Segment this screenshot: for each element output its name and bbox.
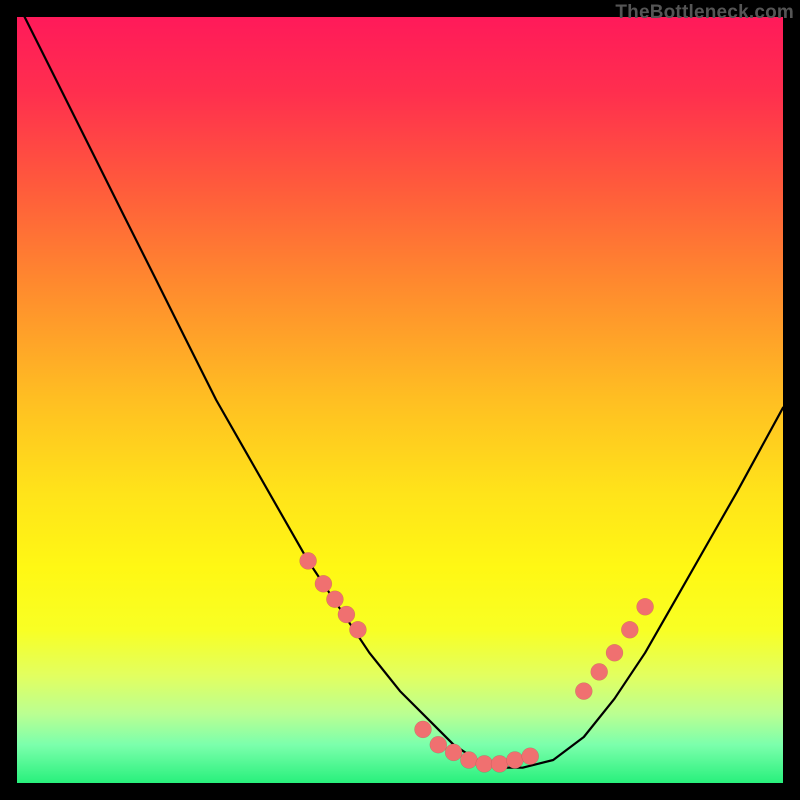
marker-dot [606,644,623,661]
marker-dot [326,591,343,608]
marker-dot [491,755,508,772]
marker-dot [476,755,493,772]
marker-dot [621,621,638,638]
marker-dot [637,598,654,615]
marker-dot [300,552,317,569]
marker-dot [430,736,447,753]
chart-overlay [17,17,783,783]
marker-dot [522,748,539,765]
marker-dot [460,752,477,769]
watermark-text: TheBottleneck.com [615,2,794,24]
marker-dot [575,683,592,700]
chart-frame: TheBottleneck.com [0,0,800,800]
marker-dot [315,575,332,592]
marker-dot [338,606,355,623]
marker-dot [591,663,608,680]
marker-dot [506,752,523,769]
marker-dot [445,744,462,761]
marker-group [300,552,654,772]
marker-dot [349,621,366,638]
marker-dot [415,721,432,738]
bottleneck-curve [17,2,783,768]
